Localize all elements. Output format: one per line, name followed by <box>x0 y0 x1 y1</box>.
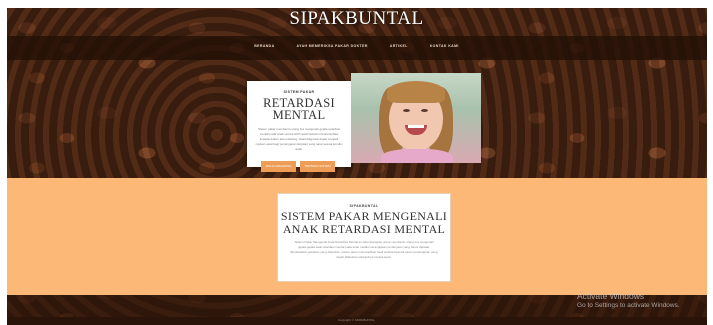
hero-description: Sistem pakar membantu orang tua mengenal… <box>255 127 343 151</box>
about-title-line1: SISTEM PAKAR MENGENALI <box>280 209 448 223</box>
hero-title: RETARDASI MENTAL <box>247 97 351 122</box>
nav-link-periksa[interactable]: AYAH MEMERIKSA PAKAR DOKTER <box>297 44 368 48</box>
hero-title-line2: MENTAL <box>272 108 326 122</box>
about-card: SIPAKBUNTAL SISTEM PAKAR MENGENALI ANAK … <box>277 193 451 282</box>
photo-eye-left <box>403 109 410 112</box>
hero-photo-child <box>351 73 481 163</box>
footer-copyright: Copyright © SIPAKBUNTAL <box>338 318 375 322</box>
nav-link-artikel[interactable]: ARTIKEL <box>390 44 408 48</box>
hero-card: SISTEM PAKAR RETARDASI MENTAL Sistem pak… <box>247 81 351 172</box>
hero-primary-button[interactable]: MULAI DIAGNOSA <box>261 161 296 172</box>
photo-eye-right <box>421 109 428 112</box>
browser-viewport: SIPAKBUNTAL BERANDA AYAH MEMERIKSA PAKAR… <box>0 0 713 325</box>
hero-kicker: SISTEM PAKAR <box>283 90 315 94</box>
site-logo[interactable]: SIPAKBUNTAL <box>0 8 713 30</box>
hero-button-group: MULAI DIAGNOSA TENTANG SISTEM <box>261 161 335 172</box>
activate-windows-watermark: Activate Windows Go to Settings to activ… <box>577 291 680 309</box>
photo-fringe <box>387 81 445 103</box>
watermark-line1: Activate Windows <box>577 291 645 301</box>
main-nav: BERANDA AYAH MEMERIKSA PAKAR DOKTER ARTI… <box>0 44 713 48</box>
about-kicker: SIPAKBUNTAL <box>349 204 379 208</box>
about-description: Sistem Pakar Mengenali Anak Retardasi Me… <box>290 240 438 259</box>
photo-teeth <box>408 125 424 128</box>
hero-secondary-button[interactable]: TENTANG SISTEM <box>300 161 335 172</box>
navbar <box>7 36 707 60</box>
about-title-line2: ANAK RETARDASI MENTAL <box>282 221 446 236</box>
about-title: SISTEM PAKAR MENGENALI ANAK RETARDASI ME… <box>278 210 450 235</box>
nav-link-beranda[interactable]: BERANDA <box>254 44 274 48</box>
watermark-line2: Go to Settings to activate Windows. <box>577 302 680 309</box>
nav-link-kontak[interactable]: KONTAK KAMI <box>430 44 459 48</box>
photo-shirt <box>381 149 453 163</box>
